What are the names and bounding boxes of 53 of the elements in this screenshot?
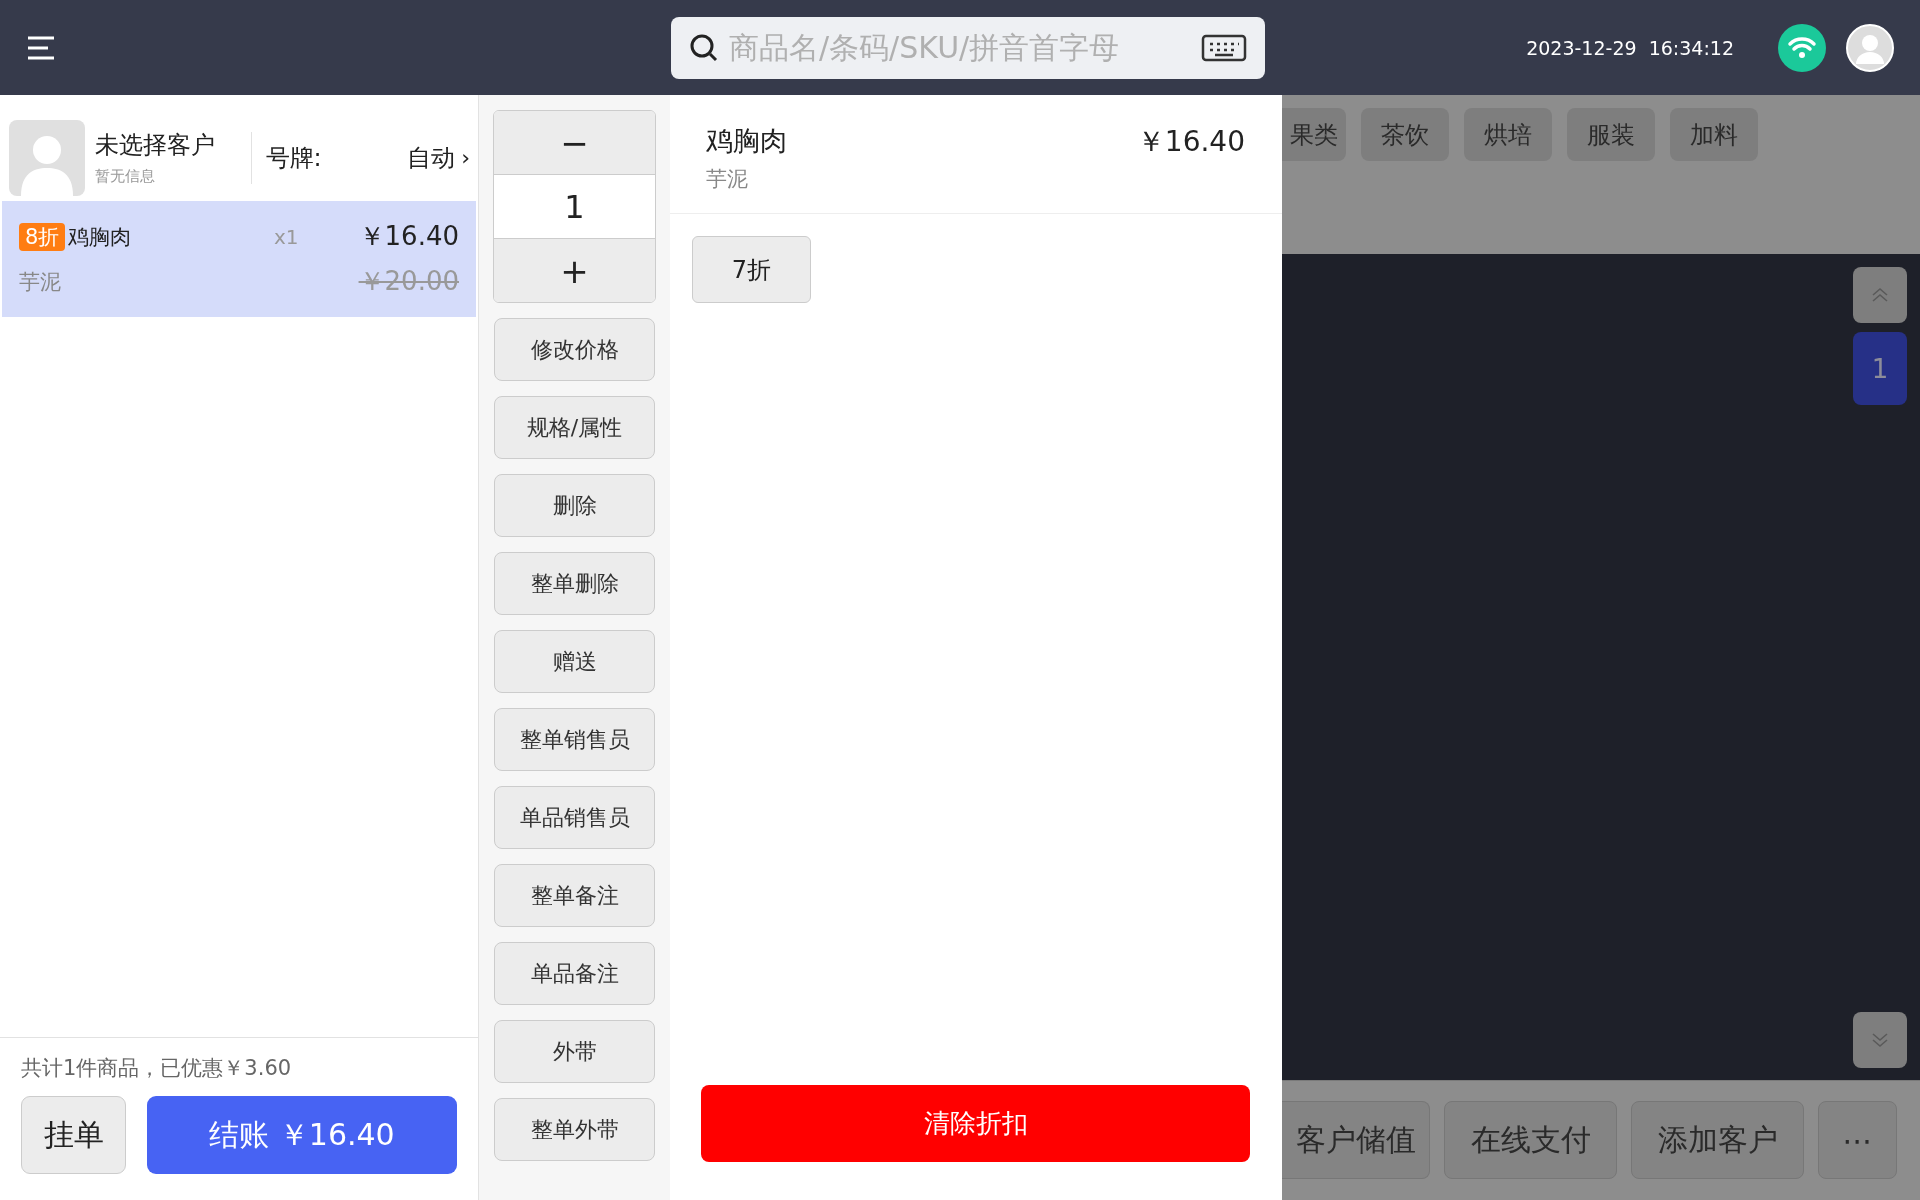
bottom-button[interactable]: 添加客户	[1631, 1101, 1804, 1179]
datetime: 2023-12-29 16:34:12	[1526, 36, 1734, 59]
bottom-button[interactable]: ⋯	[1818, 1101, 1897, 1179]
category-tab[interactable]: 加料	[1670, 108, 1758, 161]
customer-avatar-icon	[9, 119, 85, 196]
avatar-icon[interactable]	[1846, 23, 1894, 72]
action-button[interactable]: 删除	[494, 474, 655, 537]
search-icon	[689, 32, 719, 63]
action-button[interactable]: 外带	[494, 1020, 655, 1083]
increase-button[interactable]: +	[494, 239, 655, 302]
action-button[interactable]: 单品销售员	[494, 786, 655, 849]
item-quantity: x1	[274, 224, 299, 249]
original-price: ￥20.00	[358, 265, 459, 298]
category-tab[interactable]: 服装	[1567, 108, 1655, 161]
category-tab[interactable]: 果类	[1282, 108, 1346, 161]
hold-order-button[interactable]: 挂单	[21, 1096, 126, 1174]
tag-label: 号牌:	[265, 142, 322, 174]
discount-badge: 8折	[19, 222, 66, 251]
search-bar[interactable]: 商品名/条码/SKU/拼音首字母	[671, 16, 1265, 79]
bottom-button[interactable]: 客户储值	[1282, 1101, 1430, 1179]
category-tab[interactable]: 茶饮	[1361, 108, 1449, 161]
chevron-down-icon	[1871, 1032, 1889, 1048]
menu-icon[interactable]	[26, 34, 56, 61]
keyboard-icon[interactable]	[1201, 33, 1247, 62]
product-price: ￥16.40	[1136, 124, 1245, 160]
category-tab[interactable]: 烘培	[1464, 108, 1552, 161]
discount-option[interactable]: 7折	[692, 236, 811, 303]
bottom-button[interactable]: 在线支付	[1444, 1101, 1617, 1179]
item-name: 鸡胸肉	[68, 223, 132, 251]
action-button[interactable]: 整单备注	[494, 864, 655, 927]
decrease-button[interactable]: −	[494, 111, 655, 174]
wifi-icon[interactable]	[1778, 23, 1826, 72]
action-button[interactable]: 整单删除	[494, 552, 655, 615]
action-button[interactable]: 赠送	[494, 630, 655, 693]
item-price: ￥16.40	[358, 220, 459, 253]
order-summary: 共计1件商品，已优惠￥3.60	[21, 1055, 293, 1082]
chevron-up-icon	[1871, 287, 1889, 303]
action-button[interactable]: 单品备注	[494, 942, 655, 1005]
search-field[interactable]: 商品名/条码/SKU/拼音首字母	[727, 29, 1193, 66]
customer-name: 未选择客户	[95, 130, 215, 161]
action-button[interactable]: 规格/属性	[494, 396, 655, 459]
checkout-button[interactable]: 结账 ￥16.40	[147, 1096, 457, 1174]
chevron[interactable]: ›	[461, 145, 470, 170]
action-button[interactable]: 修改价格	[494, 318, 655, 381]
cart-item[interactable]: 8折 鸡胸肉 x1 ￥16.40 芋泥 ￥20.00	[2, 201, 476, 317]
action-button[interactable]: 整单销售员	[494, 708, 655, 771]
tag-value[interactable]: 自动	[407, 141, 456, 174]
product-option: 芋泥	[706, 165, 787, 193]
clear-discount-button[interactable]: 清除折扣	[701, 1085, 1250, 1162]
action-button[interactable]: 整单外带	[494, 1098, 655, 1161]
product-name: 鸡胸肉	[706, 124, 787, 158]
item-option: 芋泥	[19, 267, 61, 296]
customer-info: 暂无信息	[95, 167, 156, 186]
